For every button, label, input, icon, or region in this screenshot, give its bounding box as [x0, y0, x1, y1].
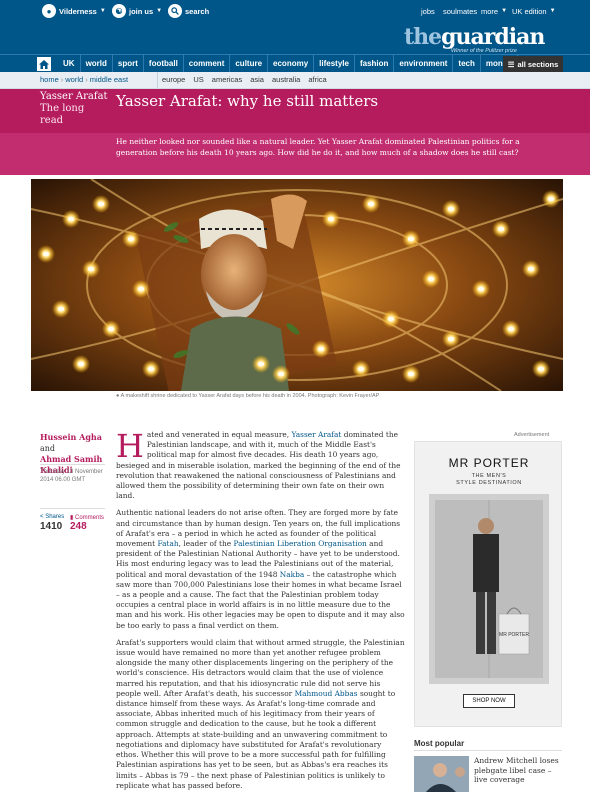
menu-icon: ☰	[507, 59, 515, 69]
search-link[interactable]: search	[168, 3, 209, 19]
edition-label: UK edition	[512, 6, 547, 16]
nav-item-fashion[interactable]: fashion	[353, 55, 393, 72]
chevron-right-icon: ›	[85, 75, 88, 84]
series-label[interactable]: Yasser Arafat The long read	[40, 91, 110, 127]
jobs-link[interactable]: jobs	[421, 3, 435, 19]
hero-photo	[31, 179, 563, 391]
logo-guardian: guardian	[441, 24, 545, 50]
paragraph: Hated and venerated in equal measure, Ya…	[116, 430, 405, 501]
shares-label: < Shares	[40, 514, 64, 520]
most-popular-divider	[414, 750, 562, 751]
profile-menu[interactable]: ● Vilderness ▼	[42, 3, 106, 19]
home-icon[interactable]	[37, 57, 51, 71]
author-link[interactable]: Hussein Agha	[40, 432, 102, 442]
drop-cap: H	[116, 427, 144, 465]
region-link-us[interactable]: US	[189, 72, 207, 88]
inline-link[interactable]: Palestinian Liberation Organisation	[233, 539, 366, 548]
article-body: Hated and venerated in equal measure, Ya…	[116, 430, 405, 798]
region-link-asia[interactable]: asia	[246, 72, 268, 88]
nav-item-comment[interactable]: comment	[182, 55, 230, 72]
meta-divider	[40, 508, 105, 509]
nav-item-environment[interactable]: environment	[393, 55, 452, 72]
caret-down-icon: ▼	[99, 8, 106, 14]
share-icon: <	[40, 514, 44, 520]
photo-caption: ● A makeshift shrine dedicated to Yasser…	[116, 393, 379, 399]
text-run: dominated the Palestinian landscape, and…	[116, 430, 401, 501]
shares-label-text: Shares	[45, 514, 65, 520]
guardian-logo[interactable]: theguardian	[404, 24, 545, 50]
inline-link[interactable]: Mahmoud Abbas	[295, 689, 358, 698]
primary-nav: UK world sport football comment culture econom…	[0, 54, 590, 72]
more-label: more	[481, 6, 499, 16]
camera-icon: ●	[116, 393, 120, 399]
publication-date: Thursday 13 November 2014 06.00 GMT	[40, 469, 103, 483]
breadcrumb-middle-east[interactable]: middle east	[90, 75, 128, 84]
meta-divider	[40, 464, 105, 465]
breadcrumb-world[interactable]: world	[65, 75, 83, 84]
comments-label[interactable]: ▮ Comments	[70, 514, 104, 521]
text-run: , leader of the	[178, 539, 234, 549]
region-link-australia[interactable]: australia	[268, 72, 304, 88]
text-run: ated and venerated in equal measure,	[146, 430, 292, 439]
ad-photo: MR PORTER	[429, 494, 549, 684]
edition-menu[interactable]: UK edition ▼	[512, 3, 556, 19]
nav-item-tech[interactable]: tech	[452, 55, 479, 72]
nav-item-lifestyle[interactable]: lifestyle	[313, 55, 354, 72]
profile-name: Vilderness	[59, 6, 97, 16]
series-subtitle: The long read	[40, 103, 85, 126]
chevron-right-icon: ›	[60, 75, 64, 84]
most-popular-heading: Most popular	[414, 739, 465, 748]
nav-items: UK world sport football comment culture econom…	[58, 55, 549, 72]
secondary-nav: home › world › middle east europe US americas a…	[0, 72, 590, 89]
user-icon: ●	[42, 4, 56, 18]
inline-link[interactable]: Yasser Arafat	[291, 430, 341, 439]
series-title: Yasser Arafat	[40, 91, 108, 102]
region-link-americas[interactable]: americas	[208, 72, 246, 88]
paragraph: Authentic national leaders do not arise …	[116, 508, 405, 630]
paragraph: Arafat's supporters would claim that wit…	[116, 638, 405, 791]
region-link-africa[interactable]: africa	[304, 72, 330, 88]
nav-item-football[interactable]: football	[142, 55, 183, 72]
article-standfirst: He neither looked nor sounded like a nat…	[116, 137, 520, 157]
inline-link[interactable]: Nakba	[280, 570, 305, 579]
nav-item-sport[interactable]: sport	[111, 55, 143, 72]
join-us-label: join us	[129, 6, 154, 16]
advertisement-label: Advertisement	[514, 432, 550, 438]
article-headline: Yasser Arafat: why he still matters	[116, 92, 379, 110]
advertisement[interactable]: MR PORTER THE MEN'S STYLE DESTINATION MR…	[414, 441, 562, 727]
top-bar: ● Vilderness ▼ ☯ join us ▼ search jobs s…	[0, 0, 590, 22]
region-links: europe US americas asia australia africa	[157, 72, 331, 88]
soulmates-link[interactable]: soulmates	[443, 3, 477, 19]
search-icon	[168, 4, 182, 18]
popular-headline[interactable]: Andrew Mitchell loses plebgate libel cas…	[474, 756, 564, 785]
caret-down-icon: ▼	[156, 8, 163, 14]
logo-the: the	[404, 24, 442, 50]
byline-and: and	[40, 443, 56, 453]
nav-item-world[interactable]: world	[79, 55, 112, 72]
nav-item-culture[interactable]: culture	[229, 55, 267, 72]
caret-down-icon: ▼	[501, 8, 508, 14]
comment-count[interactable]: 248	[70, 521, 87, 532]
inline-link[interactable]: Fatah	[157, 539, 178, 548]
caption-text: A makeshift shrine dedicated to Yasser A…	[120, 393, 380, 399]
caret-down-icon: ▼	[549, 8, 556, 14]
nav-item-uk[interactable]: UK	[58, 55, 80, 72]
ad-bag-text: MR PORTER	[499, 632, 529, 638]
join-us-link[interactable]: ☯ join us ▼	[112, 3, 162, 19]
popular-thumbnail[interactable]	[414, 756, 469, 792]
breadcrumb: home › world › middle east	[40, 72, 128, 88]
breadcrumb-home[interactable]: home	[40, 75, 59, 84]
region-link-europe[interactable]: europe	[158, 72, 189, 88]
people-icon: ☯	[112, 4, 126, 18]
all-sections-button[interactable]: ☰ all sections	[503, 56, 563, 72]
search-label: search	[185, 6, 210, 16]
shop-now-button[interactable]: SHOP NOW	[463, 694, 515, 708]
more-menu[interactable]: more ▼	[481, 3, 507, 19]
share-count: 1410	[40, 521, 63, 532]
text-run: sought to distance himself from these wa…	[116, 688, 396, 790]
all-sections-label: all sections	[517, 59, 559, 69]
nav-item-economy[interactable]: economy	[267, 55, 313, 72]
masthead: theguardian Winner of the Pulitzer prize	[0, 22, 590, 54]
